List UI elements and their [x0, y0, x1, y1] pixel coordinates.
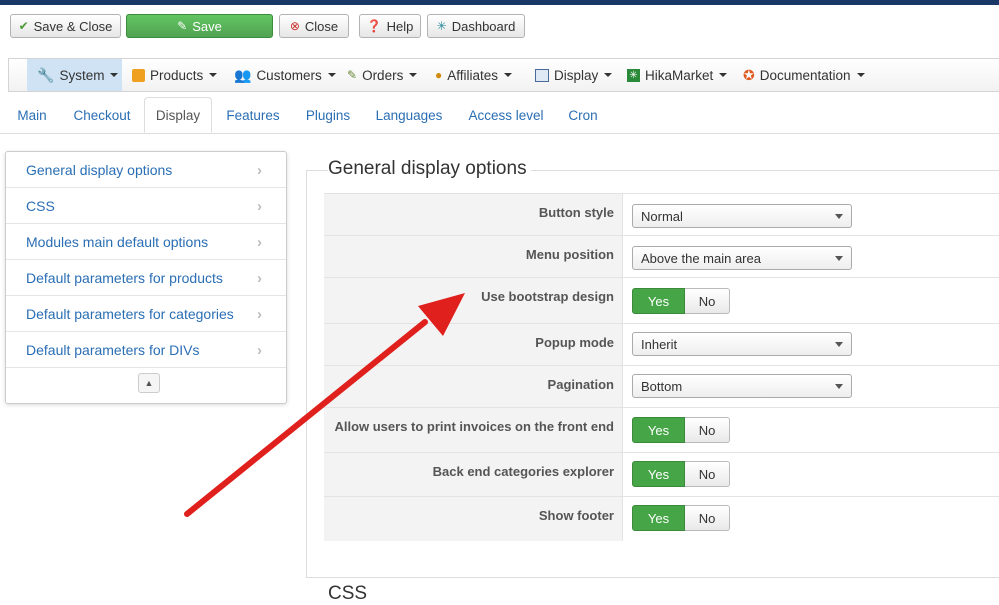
- affiliates-icon: ●: [435, 68, 443, 82]
- edit-icon: ✎: [177, 19, 188, 33]
- dropdown-arrow-icon: [835, 384, 843, 389]
- tab-features[interactable]: Features: [220, 98, 286, 132]
- sidebar-item-categories[interactable]: Default parameters for categories ›: [6, 296, 286, 332]
- menu-hikamarket[interactable]: ✳ HikaMarket: [617, 59, 729, 91]
- caret-down-icon: [327, 73, 336, 77]
- css-section-title: CSS: [328, 583, 368, 604]
- pagination-select[interactable]: Bottom: [632, 374, 852, 398]
- help-button[interactable]: ❓ Help: [359, 14, 421, 38]
- main-menu-bar: 🔧 System Products 👥 Customers ✎ Orders ●…: [8, 58, 999, 92]
- chevron-right-icon: ›: [257, 342, 262, 359]
- print-invoices-toggle: Yes No: [632, 417, 730, 443]
- option-label: Show footer: [324, 497, 623, 541]
- wrench-icon: 🔧: [37, 67, 55, 83]
- bootstrap-design-toggle: Yes No: [632, 288, 730, 314]
- caret-down-icon: [719, 73, 728, 77]
- option-row: Show footer Yes No: [324, 496, 999, 541]
- option-row: Button style Normal: [324, 193, 999, 235]
- no-option[interactable]: No: [685, 461, 730, 487]
- caret-down-icon: [110, 73, 119, 77]
- menu-documentation[interactable]: ✪ Documentation: [733, 59, 873, 91]
- close-icon: ⊗: [289, 19, 300, 33]
- dropdown-arrow-icon: [835, 214, 843, 219]
- option-row: Use bootstrap design Yes No: [324, 277, 999, 323]
- menu-orders[interactable]: ✎ Orders: [337, 59, 422, 91]
- tab-display[interactable]: Display: [144, 97, 212, 133]
- yes-option[interactable]: Yes: [632, 461, 685, 487]
- dropdown-arrow-icon: [835, 342, 843, 347]
- option-label: Button style: [324, 194, 623, 235]
- tab-cron[interactable]: Cron: [562, 98, 604, 132]
- chevron-right-icon: ›: [257, 234, 262, 251]
- no-option[interactable]: No: [685, 288, 730, 314]
- caret-down-icon: [856, 73, 865, 77]
- caret-down-icon: [504, 73, 513, 77]
- save-close-button[interactable]: ✔ Save & Close: [10, 14, 121, 38]
- section-title: General display options: [328, 158, 531, 180]
- option-row: Back end categories explorer Yes No: [324, 452, 999, 496]
- option-label: Pagination: [324, 366, 623, 407]
- option-row: Popup mode Inherit: [324, 323, 999, 365]
- check-icon: ✔: [18, 19, 29, 33]
- asterisk-icon: ✳: [436, 19, 447, 33]
- box-icon: [132, 68, 145, 82]
- caret-down-icon: [209, 73, 218, 77]
- orders-icon: ✎: [347, 68, 358, 82]
- option-label: Allow users to print invoices on the fro…: [324, 408, 623, 452]
- sidebar-item-modules[interactable]: Modules main default options ›: [6, 224, 286, 260]
- no-option[interactable]: No: [685, 505, 730, 531]
- categories-explorer-toggle: Yes No: [632, 461, 730, 487]
- tab-checkout[interactable]: Checkout: [66, 98, 138, 132]
- menu-customers[interactable]: 👥 Customers: [224, 59, 336, 91]
- option-label: Menu position: [324, 236, 623, 277]
- button-style-select[interactable]: Normal: [632, 204, 852, 228]
- save-button[interactable]: ✎ Save: [126, 14, 273, 38]
- chevron-right-icon: ›: [257, 270, 262, 287]
- config-tabs: Main Checkout Display Features Plugins L…: [0, 97, 999, 134]
- close-button[interactable]: ⊗ Close: [279, 14, 349, 38]
- eject-icon: ▲: [144, 378, 154, 388]
- option-row: Menu position Above the main area: [324, 235, 999, 277]
- hikamarket-icon: ✳: [627, 68, 640, 82]
- section-sidebar: General display options › CSS › Modules …: [5, 151, 287, 404]
- option-row: Pagination Bottom: [324, 365, 999, 407]
- option-label: Use bootstrap design: [324, 278, 623, 323]
- menu-affiliates[interactable]: ● Affiliates: [425, 59, 520, 91]
- menu-position-select[interactable]: Above the main area: [632, 246, 852, 270]
- toolbar: ✔ Save & Close ✎ Save ⊗ Close ❓ Help ✳ D…: [0, 5, 999, 49]
- tab-plugins[interactable]: Plugins: [298, 98, 358, 132]
- option-row: Allow users to print invoices on the fro…: [324, 407, 999, 452]
- sidebar-item-general-display[interactable]: General display options ›: [6, 152, 286, 188]
- lifebuoy-icon: ✪: [743, 67, 755, 83]
- display-icon: [535, 68, 549, 82]
- dashboard-button[interactable]: ✳ Dashboard: [427, 14, 525, 38]
- menu-system[interactable]: 🔧 System: [27, 59, 122, 91]
- dropdown-arrow-icon: [835, 256, 843, 261]
- option-label: Back end categories explorer: [324, 453, 623, 496]
- popup-mode-select[interactable]: Inherit: [632, 332, 852, 356]
- no-option[interactable]: No: [685, 417, 730, 443]
- chevron-right-icon: ›: [257, 162, 262, 179]
- sidebar-item-products[interactable]: Default parameters for products ›: [6, 260, 286, 296]
- tab-main[interactable]: Main: [10, 98, 54, 132]
- users-icon: 👥: [234, 67, 252, 83]
- caret-down-icon: [409, 73, 418, 77]
- yes-option[interactable]: Yes: [632, 288, 685, 314]
- options-table: Button style Normal Menu position Above …: [324, 193, 999, 541]
- menu-display[interactable]: Display: [525, 59, 615, 91]
- show-footer-toggle: Yes No: [632, 505, 730, 531]
- yes-option[interactable]: Yes: [632, 417, 685, 443]
- caret-down-icon: [604, 73, 613, 77]
- collapse-sidebar-button[interactable]: ▲: [138, 373, 160, 393]
- chevron-right-icon: ›: [257, 306, 262, 323]
- yes-option[interactable]: Yes: [632, 505, 685, 531]
- option-label: Popup mode: [324, 324, 623, 365]
- menu-products[interactable]: Products: [122, 59, 222, 91]
- tab-languages[interactable]: Languages: [370, 98, 448, 132]
- sidebar-item-css[interactable]: CSS ›: [6, 188, 286, 224]
- tab-access-level[interactable]: Access level: [460, 98, 552, 132]
- help-icon: ❓: [366, 19, 382, 33]
- sidebar-item-divs[interactable]: Default parameters for DIVs ›: [6, 332, 286, 368]
- chevron-right-icon: ›: [257, 198, 262, 215]
